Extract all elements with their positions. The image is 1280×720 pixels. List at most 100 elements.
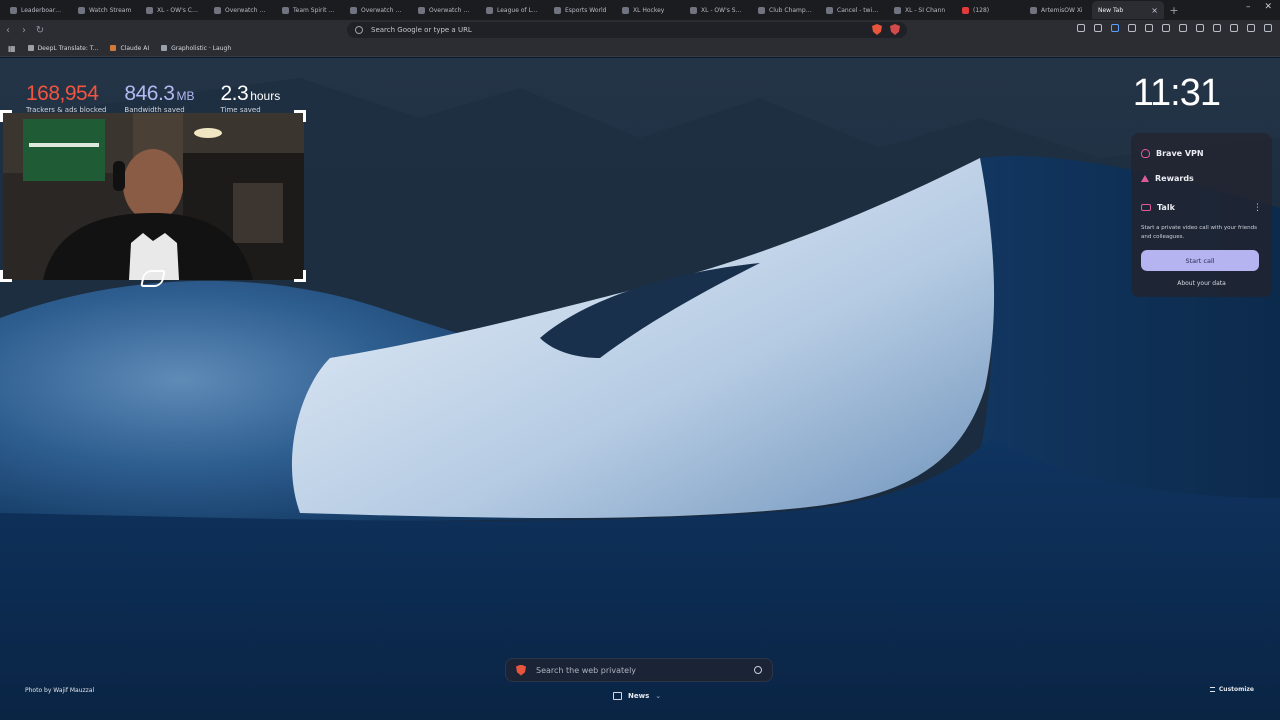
- extension-icon[interactable]: [1094, 24, 1102, 32]
- bookmarks-bar: ▦ DeepL Translate: T... Claude AI Grapho…: [0, 40, 1280, 57]
- tab-favicon-icon: [78, 6, 85, 14]
- trackers-stat: 168,954 Trackers & ads blocked: [26, 82, 107, 114]
- tab[interactable]: XL - OW's Sche: [684, 1, 750, 19]
- tab[interactable]: (128): [956, 1, 1022, 19]
- tab-favicon-icon: [486, 6, 493, 14]
- menu-icon[interactable]: [1264, 24, 1272, 32]
- address-bar-placeholder: Search Google or type a URL: [371, 26, 472, 34]
- vpn-shield-icon: [1141, 149, 1150, 158]
- extension-icon[interactable]: [1077, 24, 1085, 32]
- customize-button[interactable]: Customize: [1209, 686, 1254, 693]
- webcam-overlay: [3, 113, 304, 280]
- rewards-triangle-icon: [1141, 175, 1149, 182]
- extension-icon[interactable]: [1162, 24, 1170, 32]
- about-your-data-link[interactable]: About your data: [1141, 280, 1262, 287]
- extension-icon[interactable]: [1111, 24, 1119, 32]
- newspaper-icon: [613, 692, 622, 700]
- forward-icon[interactable]: ›: [16, 22, 32, 38]
- tab-search-icon[interactable]: [1213, 24, 1221, 32]
- bookmark-favicon-icon: [161, 45, 168, 51]
- chevron-down-icon: ⌄: [655, 692, 662, 700]
- tab-favicon-icon: [554, 6, 561, 14]
- close-window-icon[interactable]: ✕: [1264, 2, 1272, 12]
- more-options-icon[interactable]: ⋮: [1253, 203, 1262, 213]
- tab-favicon-icon: [622, 6, 629, 14]
- extension-icon[interactable]: [1145, 24, 1153, 32]
- sidebar-icon[interactable]: [1196, 24, 1204, 32]
- clock: 11:31: [1132, 72, 1221, 114]
- tab[interactable]: Team Spirit Gra: [276, 1, 342, 19]
- tab-strip: Leaderboard | ... Watch Stream XL - OW's…: [0, 0, 1280, 20]
- privacy-stats: 168,954 Trackers & ads blocked 846.3 MB B…: [26, 82, 281, 114]
- tab[interactable]: Overwatch Cha: [344, 1, 410, 19]
- bookmark-item[interactable]: DeepL Translate: T...: [27, 45, 98, 52]
- tab[interactable]: Esports World: [548, 1, 614, 19]
- video-camera-icon: [1141, 204, 1151, 211]
- extension-icon[interactable]: [1128, 24, 1136, 32]
- bookmark-star-icon[interactable]: [1230, 24, 1238, 32]
- brave-vpn-item[interactable]: Brave VPN: [1141, 141, 1262, 166]
- tab-favicon-icon: [146, 6, 153, 14]
- widget-panel: Brave VPN Rewards Talk ⋮ Start a private…: [1131, 133, 1272, 297]
- webcam-corner: [0, 270, 12, 282]
- bookmark-item[interactable]: Grapholistic · Laugh: [161, 45, 231, 52]
- tab[interactable]: Leaderboard | ...: [4, 1, 70, 19]
- tab[interactable]: XL - SI Chann: [888, 1, 954, 19]
- search-placeholder: Search the web privately: [536, 665, 637, 675]
- tab[interactable]: ArtemisOW Xi: [1024, 1, 1090, 19]
- tab[interactable]: XL Hockey: [616, 1, 682, 19]
- window-controls: – ✕: [1246, 2, 1272, 12]
- start-call-button[interactable]: Start call: [1141, 250, 1259, 271]
- wallet-icon[interactable]: [1247, 24, 1255, 32]
- tab-favicon-icon: [690, 6, 697, 14]
- apps-grid-icon[interactable]: ▦: [8, 44, 16, 53]
- web-search-box[interactable]: Search the web privately: [505, 658, 773, 682]
- tab[interactable]: Watch Stream: [72, 1, 138, 19]
- tab[interactable]: Overwatch Cha: [412, 1, 478, 19]
- bookmark-favicon-icon: [110, 45, 117, 51]
- tab-favicon-icon: [758, 6, 765, 14]
- tab[interactable]: XL - OW's Chan: [140, 1, 206, 19]
- shield-area: [872, 24, 900, 35]
- talk-header[interactable]: Talk ⋮: [1141, 195, 1262, 220]
- search-icon[interactable]: [754, 666, 762, 674]
- tab[interactable]: Overwatch Cha: [208, 1, 274, 19]
- tab-favicon-icon: [826, 6, 833, 14]
- brave-rewards-icon[interactable]: [890, 24, 900, 35]
- time-unit: hours: [250, 89, 281, 103]
- browser-window: Leaderboard | ... Watch Stream XL - OW's…: [0, 0, 1280, 720]
- rewards-item[interactable]: Rewards: [1141, 166, 1262, 191]
- tab-new-tab-active[interactable]: New Tab ×: [1092, 1, 1164, 19]
- brave-logo-icon: [516, 664, 526, 676]
- news-toggle[interactable]: News ⌄: [613, 692, 661, 700]
- tab[interactable]: League of Lege: [480, 1, 546, 19]
- bandwidth-unit: MB: [176, 89, 195, 103]
- tab-favicon-icon: [418, 6, 425, 14]
- talk-description: Start a private video call with your fri…: [1141, 225, 1257, 240]
- bandwidth-value: 846.3: [124, 82, 175, 105]
- tab[interactable]: Cancel - twitch: [820, 1, 886, 19]
- brave-shields-icon[interactable]: [872, 24, 882, 35]
- back-icon[interactable]: ‹: [0, 22, 16, 38]
- time-value: 2.3: [220, 82, 249, 105]
- media-icon[interactable]: [1179, 24, 1187, 32]
- tab[interactable]: Club Champions: [752, 1, 818, 19]
- close-tab-icon[interactable]: ×: [1151, 6, 1158, 15]
- webcam-corner: [294, 110, 306, 122]
- webcam-feed-image: [3, 113, 304, 280]
- reload-icon[interactable]: ↻: [32, 22, 48, 38]
- time-stat: 2.3 hours Time saved: [220, 82, 281, 114]
- toolbar-actions: [1077, 24, 1272, 32]
- tab-favicon-icon: [894, 6, 901, 14]
- address-bar[interactable]: Search Google or type a URL: [347, 22, 907, 38]
- tab-favicon-icon: [10, 6, 17, 14]
- customize-icon: [1209, 687, 1215, 692]
- bookmark-favicon-icon: [27, 45, 34, 51]
- tab-favicon-icon: [214, 6, 221, 14]
- tab-favicon-icon: [962, 6, 969, 14]
- new-tab-button[interactable]: +: [1166, 2, 1182, 18]
- bookmark-item[interactable]: Claude AI: [110, 45, 149, 52]
- photo-credit[interactable]: Photo by Wajif Mauzzal: [25, 687, 94, 694]
- minimize-icon[interactable]: –: [1246, 2, 1251, 12]
- trackers-count: 168,954: [26, 82, 99, 105]
